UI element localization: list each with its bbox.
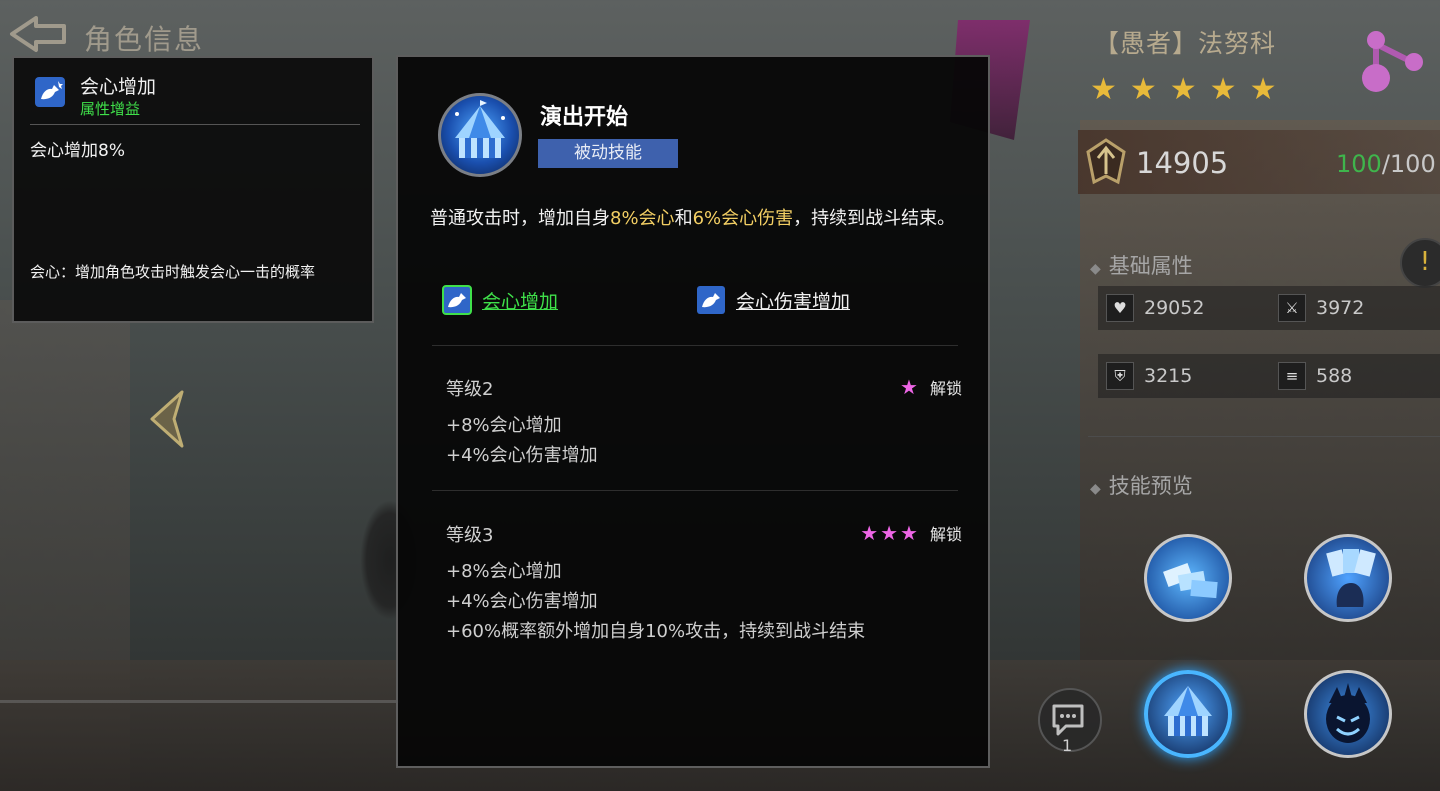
stat-defense: ⛨ 3215 [1106,362,1192,390]
crit-up-icon [35,77,65,107]
skill-thumb-2[interactable] [1304,534,1392,622]
level-bonus: +8%会心增加 [446,415,562,436]
tooltip-divider [30,124,360,125]
buff-link-crit-up[interactable]: 会心增加 [442,283,558,317]
pink-star-icon: ★★★ [860,521,920,545]
skill-type-badge: 被动技能 [538,139,678,168]
heart-icon: ♥ [1106,294,1134,322]
tooltip-value: 会心增加8% [30,141,125,161]
section-divider [1088,436,1440,437]
section-title-skill-preview: ◆ 技能预览 [1090,474,1193,498]
combat-power-value: 14905 [1136,146,1229,180]
unlock-label: 解锁 [929,525,962,544]
section-divider [432,345,958,346]
skill-name: 演出开始 [540,105,629,130]
back-arrow-icon [10,16,66,52]
section-divider [432,490,958,491]
level-bonus: +4%会心伤害增加 [446,445,598,466]
exclamation-icon: ! [1419,247,1431,277]
chevron-left-icon [150,390,184,448]
combat-power-icon [1086,138,1126,185]
buff-tooltip: 会心增加 属性增益 会心增加8% 会心：增加角色攻击时触发会心一击的概率 [12,56,374,323]
info-button[interactable]: ! [1400,238,1440,288]
stat-speed: ≡ 588 [1278,362,1352,390]
crit-damage-up-icon [697,286,725,314]
level-title: 等级2 [446,379,494,400]
share-button[interactable] [1354,26,1432,98]
level-title: 等级3 [446,525,494,546]
energy-value: 100/100 [1336,150,1436,178]
skill-thumb-3[interactable] [1144,670,1232,758]
buff-link-crit-damage-up[interactable]: 会心伤害增加 [696,283,850,317]
shield-icon: ⛨ [1106,362,1134,390]
level-unlock: ★ 解锁 [900,375,962,399]
buff-link-label: 会心伤害增加 [736,290,851,313]
share-icon [1362,31,1423,92]
circus-tent-icon [1164,686,1212,736]
tooltip-subtitle: 属性增益 [80,100,141,118]
shadow-face-icon [1326,683,1370,743]
pink-star-icon: ★ [900,375,920,399]
skill-detail-panel: 演出开始 被动技能 普通攻击时，增加自身8%会心和6%会心伤害，持续到战斗结束。… [396,55,990,768]
skill-thumb-4[interactable] [1304,670,1392,758]
tooltip-title: 会心增加 [80,76,157,98]
level-bonus: +60%概率额外增加自身10%攻击，持续到战斗结束 [446,621,866,642]
crit-up-icon [442,285,472,315]
card-throw-icon [1163,563,1218,599]
skill-description: 普通攻击时，增加自身8%会心和6%会心伤害，持续到战斗结束。 [430,208,956,229]
sword-icon: ⚔ [1278,294,1306,322]
chat-count: 1 [1062,736,1073,755]
unlock-label: 解锁 [929,379,962,398]
stat-hp: ♥ 29052 [1106,294,1204,322]
buff-link-label: 会心增加 [482,290,559,313]
previous-hero-button[interactable] [146,388,190,450]
circus-tent-icon [438,93,522,177]
level-bonus: +4%会心伤害增加 [446,591,598,612]
background-rail [0,700,400,703]
skill-thumb-1[interactable] [1144,534,1232,622]
speed-icon: ≡ [1278,362,1306,390]
page-title: 角色信息 [84,23,205,56]
hero-name: 【愚者】法努科 [1094,29,1277,58]
background-building [0,300,130,791]
level-unlock: ★★★ 解锁 [860,521,962,545]
level-bonus: +8%会心增加 [446,561,562,582]
stat-attack: ⚔ 3972 [1278,294,1364,322]
back-button[interactable] [6,14,68,54]
hero-star-rating: ★★★★★ [1090,72,1290,107]
card-hand-icon [1326,549,1376,607]
section-title-base-attributes: ◆ 基础属性 [1090,254,1193,278]
tooltip-description: 会心：增加角色攻击时触发会心一击的概率 [30,263,316,281]
